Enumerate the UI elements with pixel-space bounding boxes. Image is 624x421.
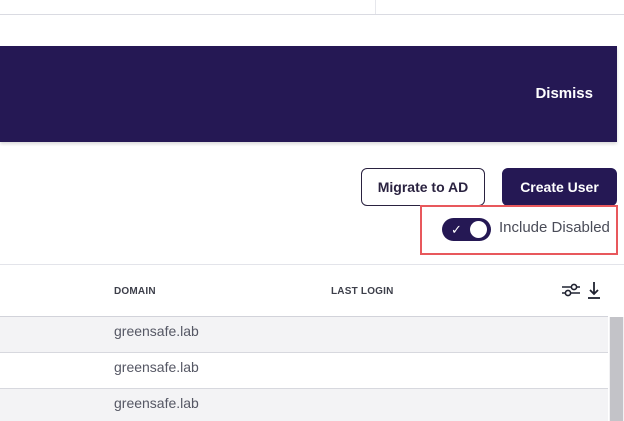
include-disabled-label: Include Disabled [499, 219, 610, 236]
migrate-to-ad-button[interactable]: Migrate to AD [361, 168, 485, 206]
top-bar-divider [375, 0, 376, 14]
check-icon: ✓ [451, 222, 462, 237]
users-table: DOMAIN LAST LOGIN greensafe.lab greensaf… [0, 264, 624, 421]
top-bar [0, 0, 624, 15]
table-row[interactable]: greensafe.lab [0, 317, 608, 353]
scrollbar-thumb[interactable] [610, 317, 623, 421]
table-header-actions [561, 281, 601, 304]
column-header-last-login[interactable]: LAST LOGIN [331, 286, 394, 297]
column-header-domain[interactable]: DOMAIN [114, 286, 156, 297]
sliders-icon[interactable] [561, 281, 581, 304]
cell-domain: greensafe.lab [114, 323, 199, 339]
include-disabled-toggle[interactable]: ✓ [442, 218, 491, 241]
table-scrollbar[interactable] [609, 317, 624, 421]
download-icon[interactable] [587, 281, 601, 304]
cell-domain: greensafe.lab [114, 359, 199, 375]
table-row[interactable]: greensafe.lab [0, 389, 608, 421]
dismiss-button[interactable]: Dismiss [535, 85, 593, 102]
toggle-knob [470, 221, 487, 238]
table-row[interactable]: greensafe.lab [0, 353, 608, 389]
table-header: DOMAIN LAST LOGIN [0, 265, 608, 317]
cell-domain: greensafe.lab [114, 395, 199, 411]
create-user-button[interactable]: Create User [502, 168, 617, 206]
notification-banner: Dismiss [0, 46, 617, 142]
